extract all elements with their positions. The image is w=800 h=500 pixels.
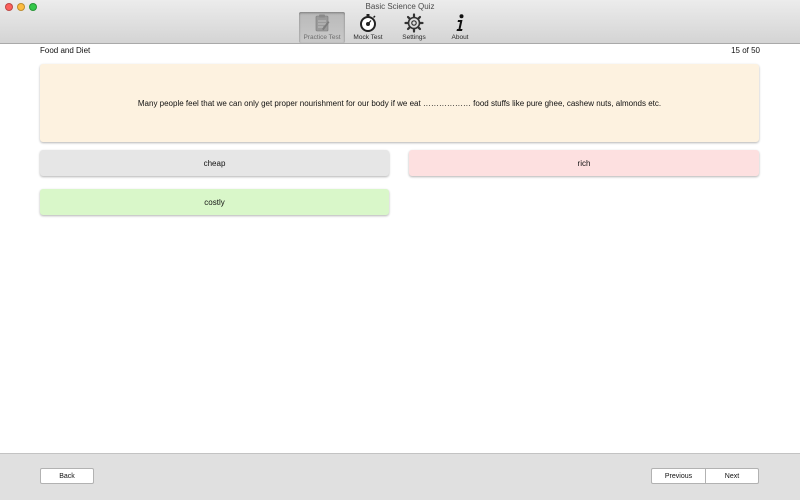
stopwatch-icon bbox=[360, 14, 376, 32]
toolbar-practice-test-label: Practice Test bbox=[303, 34, 341, 41]
gear-icon bbox=[404, 13, 424, 33]
window-titlebar: Basic Science Quiz Practice Test Mock Te… bbox=[0, 0, 800, 44]
info-icon bbox=[456, 14, 464, 31]
toolbar: Practice Test Mock Test Settings About bbox=[299, 12, 483, 43]
previous-button[interactable]: Previous bbox=[651, 468, 706, 484]
question-card: Many people feel that we can only get pr… bbox=[40, 64, 759, 142]
answer-option-costly[interactable]: costly bbox=[40, 189, 389, 215]
toolbar-about-label: About bbox=[451, 34, 469, 41]
answer-option-label: cheap bbox=[203, 158, 226, 168]
answer-option-label: rich bbox=[577, 158, 591, 168]
toolbar-settings-label: Settings bbox=[402, 34, 426, 41]
toolbar-mock-test-label: Mock Test bbox=[353, 34, 383, 41]
toolbar-settings[interactable]: Settings bbox=[391, 12, 437, 43]
back-button[interactable]: Back bbox=[40, 468, 94, 484]
answer-option-rich[interactable]: rich bbox=[409, 150, 759, 176]
next-button[interactable]: Next bbox=[705, 468, 759, 484]
question-counter: 15 of 50 bbox=[731, 46, 760, 55]
question-text: Many people feel that we can only get pr… bbox=[137, 98, 662, 108]
clipboard-icon bbox=[315, 14, 330, 32]
toolbar-about[interactable]: About bbox=[437, 12, 483, 43]
window-title: Basic Science Quiz bbox=[365, 2, 435, 11]
toolbar-mock-test[interactable]: Mock Test bbox=[345, 12, 391, 43]
footer-bar: Back Previous Next bbox=[0, 453, 800, 500]
answer-option-cheap[interactable]: cheap bbox=[40, 150, 389, 176]
answer-option-label: costly bbox=[204, 197, 225, 207]
toolbar-practice-test[interactable]: Practice Test bbox=[299, 12, 345, 43]
section-title: Food and Diet bbox=[40, 46, 91, 55]
